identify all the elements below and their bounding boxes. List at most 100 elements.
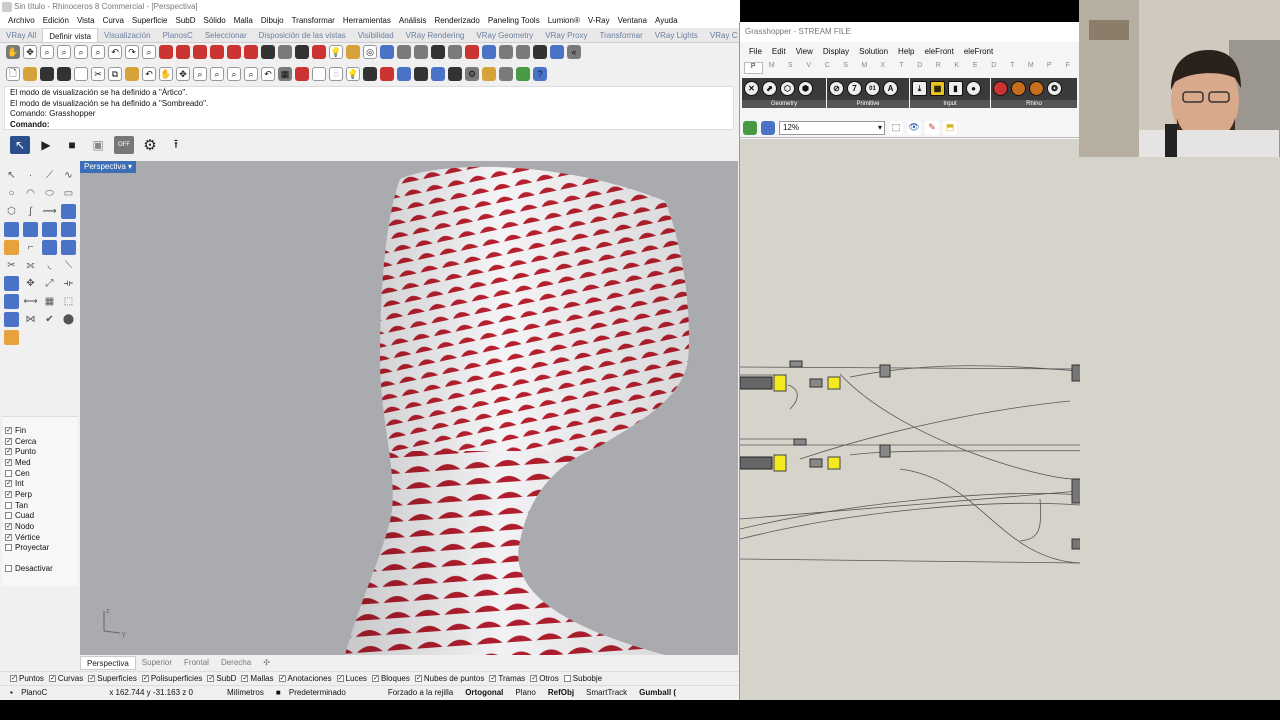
cplane-indicator[interactable]: ▪ PlanoC (0, 688, 59, 697)
circle-icon[interactable]: ○ (4, 186, 19, 201)
reference-icon[interactable] (1011, 81, 1026, 96)
panel-icon[interactable]: ⤓ (912, 81, 927, 96)
menu-item[interactable]: Renderizado (430, 14, 483, 28)
toolbar-tab[interactable]: Visualización (98, 28, 157, 42)
zoom-out-icon[interactable]: ⌕ (210, 67, 224, 81)
filter-checkbox[interactable]: ✓ (241, 675, 249, 682)
osnap-checkbox[interactable] (5, 512, 12, 520)
gh-tab[interactable]: P (1040, 62, 1059, 74)
toolbar-tab[interactable]: Definir vista (42, 28, 99, 42)
cylinder-icon[interactable] (42, 222, 57, 237)
gh-tab[interactable]: D (911, 62, 930, 74)
extrude-icon[interactable] (23, 222, 38, 237)
cursor-icon[interactable]: ↖ (10, 136, 30, 154)
zoom-selected-icon[interactable]: ⌕ (91, 45, 105, 59)
osnap-item[interactable]: ✓ Int (2, 478, 78, 489)
filter-item[interactable]: ✓ Puntos (10, 674, 44, 683)
pan-icon[interactable]: ✋ (6, 45, 20, 59)
zoom-target-icon[interactable]: ⌕ (142, 45, 156, 59)
viewport-tab[interactable]: Superior (136, 656, 178, 670)
rectangle-icon[interactable]: ▭ (61, 186, 76, 201)
osnap-checkbox[interactable]: ✓ (5, 490, 12, 498)
filter-item[interactable]: ✓ Otros (530, 674, 559, 683)
block-icon[interactable] (4, 312, 19, 327)
gear-icon[interactable]: ⚙ (140, 136, 160, 154)
gh-tab[interactable]: F (1059, 62, 1078, 74)
menu-item[interactable]: Paneling Tools (484, 14, 544, 28)
osnap-checkbox[interactable]: ✓ (5, 458, 12, 466)
zoom-icon[interactable]: ⌕ (40, 45, 54, 59)
rotate-icon[interactable]: ✥ (176, 67, 190, 81)
menu-item[interactable]: Ventana (614, 14, 651, 28)
render-icon[interactable] (465, 45, 479, 59)
menu-item[interactable]: Análisis (395, 14, 431, 28)
slider-icon[interactable]: ▦ (930, 81, 945, 96)
save-icon[interactable] (40, 67, 54, 81)
gh-menu-item[interactable]: Display (818, 44, 854, 60)
undo-view2-icon[interactable]: ↶ (261, 67, 275, 81)
button-icon[interactable]: ● (966, 81, 981, 96)
menu-item[interactable]: Lumion® (544, 14, 584, 28)
help-icon[interactable]: ? (533, 67, 547, 81)
section-icon[interactable] (414, 45, 428, 59)
undo-icon[interactable]: ↶ (142, 67, 156, 81)
toggle-off-button[interactable]: OFF (114, 136, 134, 154)
polygon-icon[interactable]: ⬡ (4, 204, 19, 219)
menu-item[interactable]: Vista (73, 14, 99, 28)
toggle-icon[interactable]: ▮ (948, 81, 963, 96)
filter-checkbox[interactable]: ✓ (207, 675, 215, 682)
text-icon[interactable]: ⬚ (61, 294, 76, 309)
grid-snap-toggle[interactable]: Forzado a la rejilla (382, 688, 459, 697)
pan-hand-icon[interactable]: ✋ (159, 67, 173, 81)
toolbar-tab[interactable]: Seleccionar (199, 28, 253, 42)
filter-item[interactable]: ✓ SubD (207, 674, 236, 683)
surface-param-icon[interactable]: ⬡ (780, 81, 795, 96)
filter-checkbox[interactable]: ✓ (10, 675, 17, 682)
open-doc-icon[interactable] (743, 120, 757, 135)
gh-tab[interactable]: D (985, 62, 1004, 74)
set-view-icon[interactable] (312, 45, 326, 59)
osnap-checkbox[interactable] (5, 469, 12, 477)
filter-item[interactable]: ✓ Luces (336, 674, 367, 683)
new-file-icon[interactable]: 🗋 (6, 67, 20, 81)
grasshopper-canvas[interactable] (739, 139, 1261, 700)
cplane2-icon[interactable] (312, 67, 326, 81)
filter-checkbox[interactable]: ✓ (48, 675, 56, 682)
disable-checkbox[interactable] (5, 565, 12, 573)
fillet-icon[interactable]: ⌐ (23, 240, 38, 255)
menu-item[interactable]: Transformar (288, 14, 339, 28)
cut-icon[interactable]: ✂ (91, 67, 105, 81)
vray-icon[interactable] (482, 45, 496, 59)
filter-checkbox[interactable]: ✓ (371, 675, 379, 682)
light-icon[interactable]: 💡 (329, 45, 343, 59)
rotate-view-icon[interactable]: ✥ (23, 45, 37, 59)
paste-icon[interactable] (125, 67, 139, 81)
zoom-dropdown[interactable]: 12% (779, 120, 885, 135)
color-wheel-icon[interactable] (397, 67, 411, 81)
cancel-icon[interactable]: ✕ (744, 81, 759, 96)
undo-view-icon[interactable]: ↶ (108, 45, 122, 59)
filter-checkbox[interactable]: ✓ (278, 675, 286, 682)
paint-icon[interactable]: ✎ (925, 120, 939, 135)
menu-item[interactable]: Curva (99, 14, 128, 28)
osnap-item[interactable]: ✓ Vértice (2, 532, 78, 543)
osnap-checkbox[interactable]: ✓ (5, 533, 12, 541)
boolean-param-icon[interactable]: ⊘ (829, 81, 844, 96)
scale-icon[interactable]: ⤢ (42, 276, 57, 291)
viewport-tab[interactable]: Frontal (178, 656, 215, 670)
layout-icon[interactable] (448, 45, 462, 59)
zoom-extents-icon[interactable]: ⬚ (889, 120, 903, 135)
command-prompt[interactable]: Comando: (10, 120, 728, 131)
box-icon[interactable] (4, 222, 19, 237)
toolbar-tab[interactable]: VRay All (0, 28, 42, 42)
osnap-checkbox[interactable] (5, 501, 12, 509)
gh-tab[interactable]: K (948, 62, 967, 74)
shaded-sphere-icon[interactable] (431, 67, 445, 81)
open-file-icon[interactable] (23, 67, 37, 81)
gh-tab[interactable]: P (744, 62, 763, 74)
copy-props-icon[interactable] (74, 67, 88, 81)
gh-menu-item[interactable]: View (791, 44, 818, 60)
zoom-window-icon[interactable]: ⌕ (57, 45, 71, 59)
camera-icon[interactable] (159, 45, 173, 59)
snapshots-icon[interactable] (482, 67, 496, 81)
